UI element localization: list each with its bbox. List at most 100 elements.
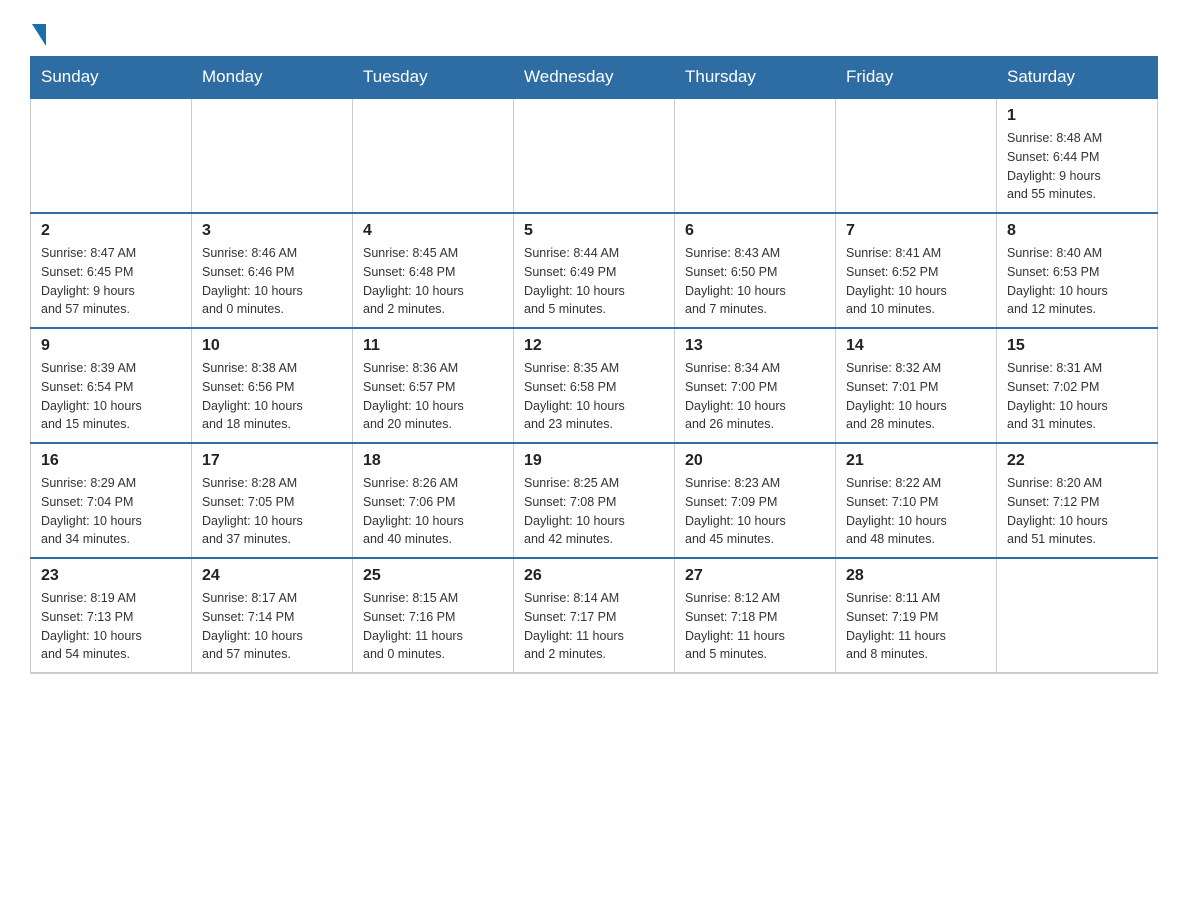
day-number: 6 [685,222,825,240]
table-row: 15 Sunrise: 8:31 AMSunset: 7:02 PMDayligh… [997,328,1158,443]
day-number: 22 [1007,452,1147,470]
day-number: 24 [202,567,342,585]
day-info: Sunrise: 8:12 AMSunset: 7:18 PMDaylight:… [685,589,825,664]
table-row: 14Sunrise: 8:32 AMSunset: 7:01 PMDayligh… [836,328,997,443]
table-row: 19 Sunrise: 8:25 AMSunset: 7:08 PMDayligh… [514,443,675,558]
table-row [353,98,514,213]
day-number: 20 [685,452,825,470]
day-info: Sunrise: 8:29 AMSunset: 7:04 PMDaylight:… [41,474,181,549]
table-row: 16Sunrise: 8:29 AMSunset: 7:04 PMDayligh… [31,443,192,558]
day-info: Sunrise: 8:36 AMSunset: 6:57 PMDaylight:… [363,359,503,434]
day-info: Sunrise: 8:47 AMSunset: 6:45 PMDaylight:… [41,244,181,319]
day-number: 1 [1007,107,1147,125]
table-row [836,98,997,213]
table-row [31,98,192,213]
day-number: 17 [202,452,342,470]
day-number: 19 [524,452,664,470]
table-row: 26 Sunrise: 8:14 AMSunset: 7:17 PMDayligh… [514,558,675,673]
day-info: Sunrise: 8:46 AMSunset: 6:46 PMDaylight:… [202,244,342,319]
day-number: 7 [846,222,986,240]
day-info: Sunrise: 8:32 AMSunset: 7:01 PMDaylight:… [846,359,986,434]
day-number: 8 [1007,222,1147,240]
day-info: Sunrise: 8:17 AMSunset: 7:14 PMDaylight:… [202,589,342,664]
col-friday: Friday [836,57,997,99]
table-row: 13 Sunrise: 8:34 AMSunset: 7:00 PMDayligh… [675,328,836,443]
table-row: 5 Sunrise: 8:44 AMSunset: 6:49 PMDaylight… [514,213,675,328]
calendar-week-row: 9Sunrise: 8:39 AMSunset: 6:54 PMDaylight… [31,328,1158,443]
table-row: 12 Sunrise: 8:35 AMSunset: 6:58 PMDayligh… [514,328,675,443]
calendar-table: Sunday Monday Tuesday Wednesday Thursday… [30,56,1158,674]
day-info: Sunrise: 8:31 AMSunset: 7:02 PMDaylight:… [1007,359,1147,434]
day-number: 10 [202,337,342,355]
col-thursday: Thursday [675,57,836,99]
table-row: 3 Sunrise: 8:46 AMSunset: 6:46 PMDaylight… [192,213,353,328]
day-info: Sunrise: 8:20 AMSunset: 7:12 PMDaylight:… [1007,474,1147,549]
day-number: 26 [524,567,664,585]
table-row: 6 Sunrise: 8:43 AMSunset: 6:50 PMDaylight… [675,213,836,328]
logo [30,20,46,46]
day-number: 27 [685,567,825,585]
calendar-header-row: Sunday Monday Tuesday Wednesday Thursday… [31,57,1158,99]
day-number: 12 [524,337,664,355]
day-info: Sunrise: 8:19 AMSunset: 7:13 PMDaylight:… [41,589,181,664]
day-number: 15 [1007,337,1147,355]
table-row [675,98,836,213]
page-header [30,20,1158,46]
table-row: 11 Sunrise: 8:36 AMSunset: 6:57 PMDayligh… [353,328,514,443]
col-wednesday: Wednesday [514,57,675,99]
table-row: 21 Sunrise: 8:22 AMSunset: 7:10 PMDayligh… [836,443,997,558]
day-info: Sunrise: 8:28 AMSunset: 7:05 PMDaylight:… [202,474,342,549]
day-info: Sunrise: 8:48 AMSunset: 6:44 PMDaylight:… [1007,129,1147,204]
logo-arrow-icon [32,24,46,46]
day-info: Sunrise: 8:22 AMSunset: 7:10 PMDaylight:… [846,474,986,549]
table-row: 17 Sunrise: 8:28 AMSunset: 7:05 PMDayligh… [192,443,353,558]
day-number: 18 [363,452,503,470]
day-number: 23 [41,567,181,585]
day-info: Sunrise: 8:44 AMSunset: 6:49 PMDaylight:… [524,244,664,319]
table-row: 9Sunrise: 8:39 AMSunset: 6:54 PMDaylight… [31,328,192,443]
day-info: Sunrise: 8:11 AMSunset: 7:19 PMDaylight:… [846,589,986,664]
day-number: 25 [363,567,503,585]
day-number: 21 [846,452,986,470]
table-row [997,558,1158,673]
table-row: 10 Sunrise: 8:38 AMSunset: 6:56 PMDayligh… [192,328,353,443]
day-info: Sunrise: 8:43 AMSunset: 6:50 PMDaylight:… [685,244,825,319]
table-row: 8 Sunrise: 8:40 AMSunset: 6:53 PMDaylight… [997,213,1158,328]
table-row: 22 Sunrise: 8:20 AMSunset: 7:12 PMDayligh… [997,443,1158,558]
day-number: 3 [202,222,342,240]
col-tuesday: Tuesday [353,57,514,99]
calendar-week-row: 16Sunrise: 8:29 AMSunset: 7:04 PMDayligh… [31,443,1158,558]
day-info: Sunrise: 8:41 AMSunset: 6:52 PMDaylight:… [846,244,986,319]
table-row [514,98,675,213]
calendar-week-row: 23 Sunrise: 8:19 AMSunset: 7:13 PMDayligh… [31,558,1158,673]
day-info: Sunrise: 8:40 AMSunset: 6:53 PMDaylight:… [1007,244,1147,319]
day-info: Sunrise: 8:15 AMSunset: 7:16 PMDaylight:… [363,589,503,664]
day-number: 28 [846,567,986,585]
table-row: 1 Sunrise: 8:48 AMSunset: 6:44 PMDaylight… [997,98,1158,213]
table-row: 20 Sunrise: 8:23 AMSunset: 7:09 PMDayligh… [675,443,836,558]
table-row [192,98,353,213]
day-info: Sunrise: 8:14 AMSunset: 7:17 PMDaylight:… [524,589,664,664]
calendar-week-row: 2 Sunrise: 8:47 AMSunset: 6:45 PMDaylight… [31,213,1158,328]
day-number: 4 [363,222,503,240]
col-sunday: Sunday [31,57,192,99]
day-number: 2 [41,222,181,240]
day-number: 13 [685,337,825,355]
day-info: Sunrise: 8:34 AMSunset: 7:00 PMDaylight:… [685,359,825,434]
day-info: Sunrise: 8:38 AMSunset: 6:56 PMDaylight:… [202,359,342,434]
day-info: Sunrise: 8:45 AMSunset: 6:48 PMDaylight:… [363,244,503,319]
table-row: 23 Sunrise: 8:19 AMSunset: 7:13 PMDayligh… [31,558,192,673]
day-number: 11 [363,337,503,355]
day-number: 5 [524,222,664,240]
calendar-week-row: 1 Sunrise: 8:48 AMSunset: 6:44 PMDaylight… [31,98,1158,213]
table-row: 7 Sunrise: 8:41 AMSunset: 6:52 PMDaylight… [836,213,997,328]
col-monday: Monday [192,57,353,99]
col-saturday: Saturday [997,57,1158,99]
day-info: Sunrise: 8:25 AMSunset: 7:08 PMDaylight:… [524,474,664,549]
day-info: Sunrise: 8:23 AMSunset: 7:09 PMDaylight:… [685,474,825,549]
table-row: 2 Sunrise: 8:47 AMSunset: 6:45 PMDaylight… [31,213,192,328]
day-info: Sunrise: 8:35 AMSunset: 6:58 PMDaylight:… [524,359,664,434]
table-row: 18Sunrise: 8:26 AMSunset: 7:06 PMDayligh… [353,443,514,558]
day-info: Sunrise: 8:39 AMSunset: 6:54 PMDaylight:… [41,359,181,434]
table-row: 28 Sunrise: 8:11 AMSunset: 7:19 PMDayligh… [836,558,997,673]
